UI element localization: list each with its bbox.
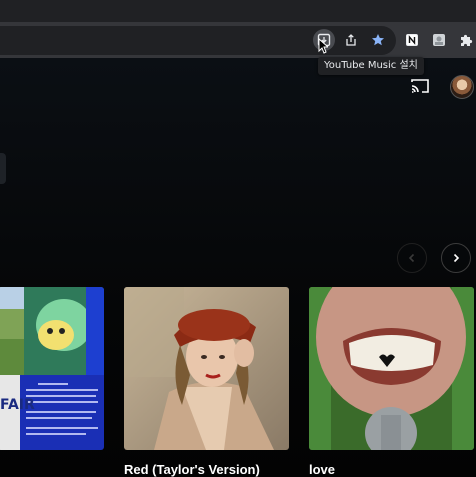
collage-artwork [0,287,104,450]
tab-strip [0,0,476,22]
album-card-red[interactable] [124,287,289,450]
search-bar-edge[interactable] [0,153,6,184]
album-title-red[interactable]: Red (Taylor's Version) [124,462,260,477]
collage-text: FAIR [0,397,35,413]
mouse-cursor-icon [318,38,328,54]
chevron-right-icon [453,253,460,263]
album-title-love[interactable]: love [309,462,335,477]
extensions-puzzle-icon [461,34,473,46]
album-art-love [309,287,474,450]
bookmark-star-icon [372,34,384,46]
cast-icon [411,79,429,93]
avatar[interactable] [450,75,474,99]
share-button[interactable] [340,29,362,51]
address-bar[interactable] [0,26,396,55]
notion-icon [406,34,418,46]
extensions-button[interactable] [455,29,476,51]
album-card-collage[interactable]: FAIR [0,287,104,450]
bookmark-button[interactable] [367,29,389,51]
share-icon [346,34,356,46]
chevron-left-icon [408,253,415,263]
install-tooltip: YouTube Music 설치 [318,57,424,75]
notion-extension-button[interactable] [401,29,423,51]
album-card-love[interactable] [309,287,474,450]
photo-extension-button[interactable] [428,29,450,51]
extension-photo-icon [433,34,445,46]
carousel-prev-button[interactable] [397,243,427,273]
cast-button[interactable] [410,78,430,94]
album-art-red [124,287,289,450]
carousel-next-button[interactable] [441,243,471,273]
